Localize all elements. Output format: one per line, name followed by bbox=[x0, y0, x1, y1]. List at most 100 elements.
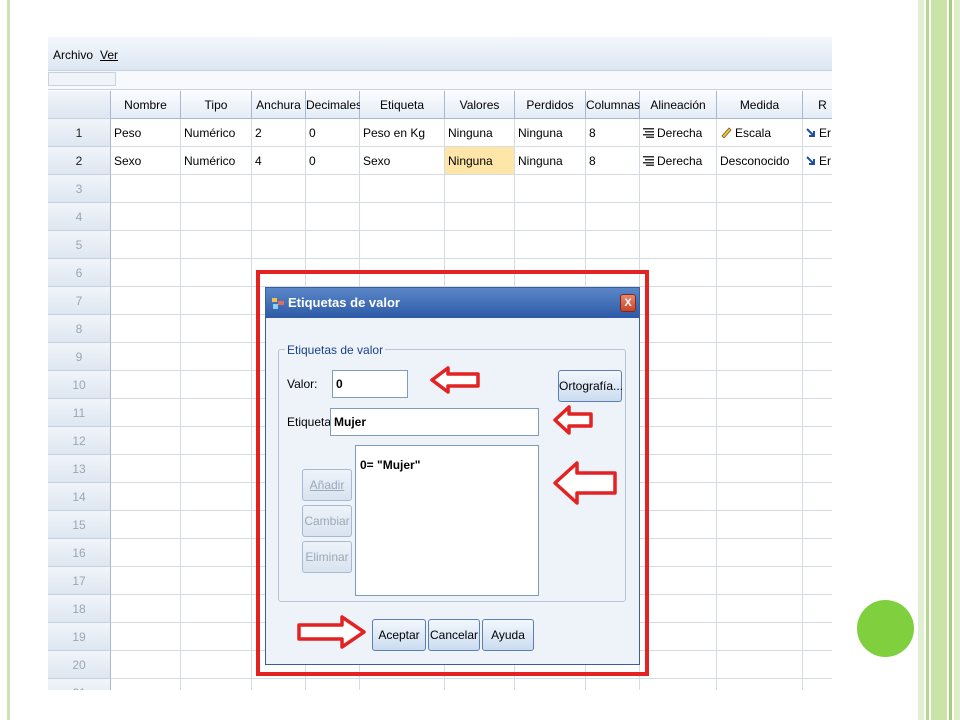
table-cell[interactable] bbox=[803, 651, 832, 679]
table-cell[interactable] bbox=[803, 427, 832, 455]
table-cell[interactable] bbox=[640, 623, 717, 651]
table-cell[interactable] bbox=[717, 567, 803, 595]
table-cell[interactable] bbox=[717, 371, 803, 399]
table-cell[interactable] bbox=[717, 259, 803, 287]
table-cell[interactable] bbox=[111, 427, 181, 455]
table-cell[interactable] bbox=[181, 595, 252, 623]
table-cell[interactable] bbox=[445, 203, 515, 231]
column-header-7[interactable]: Columnas bbox=[586, 91, 640, 119]
table-cell[interactable] bbox=[515, 679, 586, 690]
value-input[interactable]: 0 bbox=[332, 370, 408, 398]
row-header[interactable]: 11 bbox=[48, 399, 111, 427]
row-header[interactable]: 8 bbox=[48, 315, 111, 343]
value-labels-list[interactable]: 0= "Mujer" bbox=[355, 445, 539, 596]
table-cell[interactable] bbox=[717, 399, 803, 427]
table-cell[interactable] bbox=[640, 651, 717, 679]
table-cell[interactable] bbox=[717, 595, 803, 623]
column-header-8[interactable]: Alineación bbox=[640, 91, 717, 119]
table-cell[interactable]: Desconocido bbox=[717, 147, 803, 175]
table-cell[interactable] bbox=[586, 679, 640, 690]
table-cell[interactable] bbox=[717, 679, 803, 690]
table-cell[interactable] bbox=[252, 679, 306, 690]
table-cell[interactable] bbox=[360, 203, 445, 231]
table-cell[interactable]: Derecha bbox=[640, 147, 717, 175]
row-header[interactable]: 10 bbox=[48, 371, 111, 399]
table-cell[interactable] bbox=[586, 203, 640, 231]
row-header[interactable]: 16 bbox=[48, 539, 111, 567]
table-cell[interactable]: 0 bbox=[306, 147, 360, 175]
table-cell[interactable] bbox=[717, 343, 803, 371]
column-header-1[interactable]: Tipo bbox=[181, 91, 252, 119]
table-cell[interactable] bbox=[717, 427, 803, 455]
row-header[interactable]: 5 bbox=[48, 231, 111, 259]
table-cell[interactable]: Peso bbox=[111, 119, 181, 147]
table-cell[interactable] bbox=[717, 539, 803, 567]
row-header[interactable]: 9 bbox=[48, 343, 111, 371]
table-cell[interactable] bbox=[640, 399, 717, 427]
table-cell[interactable] bbox=[111, 679, 181, 690]
table-cell[interactable] bbox=[586, 231, 640, 259]
table-cell[interactable] bbox=[640, 343, 717, 371]
table-cell[interactable] bbox=[803, 623, 832, 651]
table-cell[interactable] bbox=[803, 511, 832, 539]
table-cell[interactable]: Er bbox=[803, 119, 832, 147]
table-cell[interactable] bbox=[640, 427, 717, 455]
table-cell[interactable] bbox=[803, 259, 832, 287]
table-cell[interactable] bbox=[640, 315, 717, 343]
table-cell[interactable]: 8 bbox=[586, 147, 640, 175]
table-cell[interactable] bbox=[717, 287, 803, 315]
table-cell[interactable] bbox=[640, 511, 717, 539]
table-cell[interactable] bbox=[111, 595, 181, 623]
table-cell[interactable]: Numérico bbox=[181, 119, 252, 147]
table-cell[interactable] bbox=[803, 567, 832, 595]
table-cell[interactable] bbox=[586, 175, 640, 203]
table-cell[interactable] bbox=[640, 567, 717, 595]
table-cell[interactable] bbox=[803, 343, 832, 371]
table-cell[interactable]: Ninguna bbox=[445, 119, 515, 147]
row-header[interactable]: 13 bbox=[48, 455, 111, 483]
table-cell[interactable] bbox=[717, 455, 803, 483]
table-cell[interactable] bbox=[306, 231, 360, 259]
table-cell[interactable] bbox=[717, 231, 803, 259]
table-cell[interactable] bbox=[445, 231, 515, 259]
table-cell[interactable] bbox=[803, 595, 832, 623]
column-header-9[interactable]: Medida bbox=[717, 91, 803, 119]
table-cell[interactable] bbox=[717, 203, 803, 231]
table-cell[interactable] bbox=[640, 175, 717, 203]
table-cell[interactable] bbox=[111, 343, 181, 371]
table-cell[interactable] bbox=[181, 259, 252, 287]
table-cell[interactable]: 0 bbox=[306, 119, 360, 147]
table-cell[interactable] bbox=[640, 259, 717, 287]
table-cell[interactable] bbox=[717, 623, 803, 651]
cell-name-box[interactable] bbox=[48, 72, 116, 86]
table-cell[interactable] bbox=[717, 511, 803, 539]
table-cell[interactable] bbox=[252, 203, 306, 231]
table-cell[interactable] bbox=[360, 231, 445, 259]
row-header[interactable]: 7 bbox=[48, 287, 111, 315]
table-cell[interactable] bbox=[181, 203, 252, 231]
table-cell[interactable] bbox=[360, 679, 445, 690]
column-header-0[interactable]: Nombre bbox=[111, 91, 181, 119]
table-cell[interactable] bbox=[181, 371, 252, 399]
table-cell[interactable] bbox=[111, 511, 181, 539]
row-header[interactable]: 14 bbox=[48, 483, 111, 511]
table-cell[interactable] bbox=[181, 455, 252, 483]
table-cell[interactable] bbox=[803, 371, 832, 399]
label-input[interactable]: Mujer bbox=[330, 408, 539, 436]
table-cell[interactable] bbox=[640, 203, 717, 231]
cancel-button[interactable]: Cancelar bbox=[428, 619, 480, 651]
row-header[interactable]: 21 bbox=[48, 679, 111, 690]
table-cell[interactable] bbox=[111, 651, 181, 679]
table-cell[interactable] bbox=[181, 427, 252, 455]
table-cell[interactable]: Sexo bbox=[360, 147, 445, 175]
table-cell[interactable] bbox=[640, 679, 717, 690]
table-cell[interactable] bbox=[445, 175, 515, 203]
table-cell[interactable] bbox=[181, 231, 252, 259]
table-cell[interactable] bbox=[717, 315, 803, 343]
column-header-6[interactable]: Perdidos bbox=[515, 91, 586, 119]
table-cell[interactable] bbox=[181, 315, 252, 343]
row-header[interactable]: 4 bbox=[48, 203, 111, 231]
table-cell[interactable] bbox=[181, 679, 252, 690]
table-cell[interactable] bbox=[111, 623, 181, 651]
table-cell[interactable] bbox=[111, 315, 181, 343]
